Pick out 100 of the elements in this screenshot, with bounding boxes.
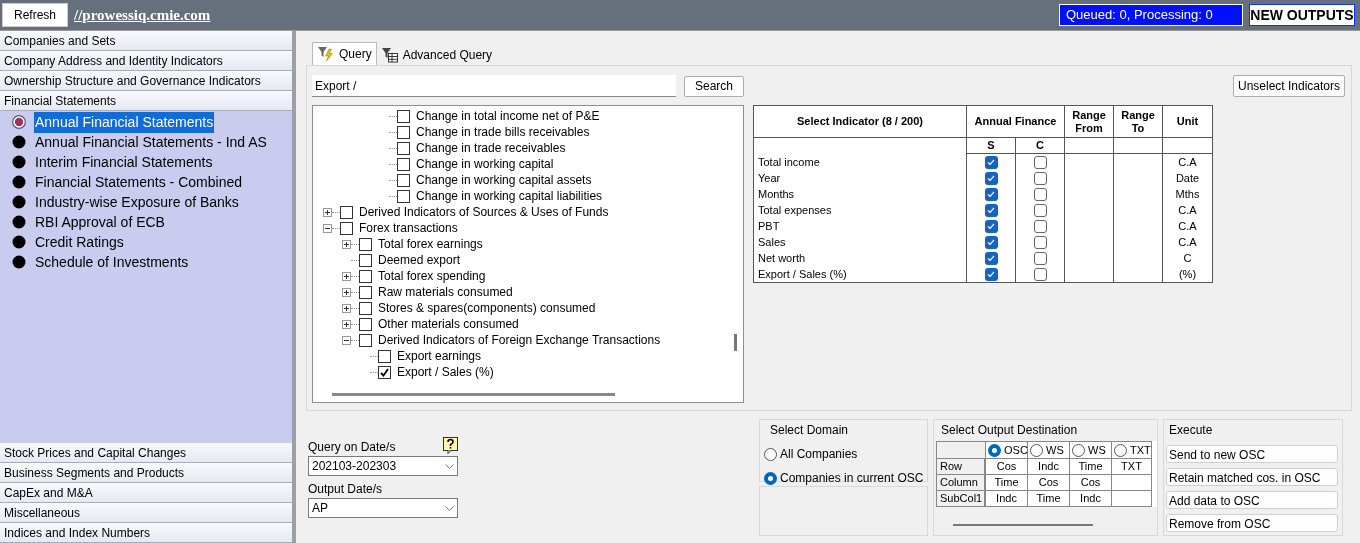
radio-label[interactable]: TXT — [1130, 441, 1151, 459]
expand-icon[interactable] — [342, 303, 351, 313]
expand-icon[interactable] — [342, 319, 351, 329]
section-header[interactable]: Company Address and Identity Indicators — [0, 51, 292, 71]
radio-button[interactable] — [988, 443, 1001, 457]
checkbox[interactable] — [397, 141, 410, 155]
date-select[interactable]: AP — [308, 498, 458, 518]
tab[interactable]: Advanced Query — [376, 45, 497, 65]
expand-icon[interactable] — [323, 207, 332, 217]
sidebar-item[interactable]: Industry-wise Exposure of Banks — [34, 191, 240, 213]
radio-button[interactable] — [1030, 443, 1043, 457]
checkbox[interactable] — [984, 203, 998, 217]
section-header[interactable]: Financial Statements — [0, 91, 292, 111]
sidebar-item[interactable]: Annual Financial Statements - Ind AS — [34, 131, 268, 153]
section-header[interactable]: Indices and Index Numbers — [0, 523, 292, 543]
checkbox[interactable] — [984, 235, 998, 249]
checkbox[interactable] — [378, 365, 391, 379]
checkbox[interactable] — [984, 267, 998, 281]
radio-label[interactable]: OSC — [1004, 441, 1028, 459]
section-header[interactable]: CapEx and M&A — [0, 483, 292, 503]
checkbox[interactable] — [359, 317, 372, 331]
tree-item[interactable]: Export earnings — [397, 347, 482, 365]
checkbox[interactable] — [1033, 155, 1047, 169]
radio-label[interactable]: Companies in current OSC — [780, 469, 924, 487]
checkbox[interactable] — [984, 251, 998, 265]
checkbox[interactable] — [1033, 235, 1047, 249]
sidebar-item[interactable]: Interim Financial Statements — [34, 151, 214, 173]
radio-label[interactable]: All Companies — [780, 445, 858, 463]
checkbox[interactable] — [359, 269, 372, 283]
tree-item[interactable]: Change in working capital assets — [416, 171, 592, 189]
collapse-icon[interactable] — [342, 335, 351, 345]
radio-button[interactable] — [764, 447, 777, 461]
search-button[interactable]: Search — [684, 75, 744, 97]
checkbox[interactable] — [1033, 267, 1047, 281]
checkbox[interactable] — [1033, 203, 1047, 217]
checkbox[interactable] — [397, 109, 410, 123]
tree-item[interactable]: Export / Sales (%) — [397, 363, 494, 381]
site-link[interactable]: //prowessiq.cmie.com — [74, 3, 211, 27]
tree-item[interactable]: Change in working capital — [416, 155, 554, 173]
tab[interactable]: Query — [312, 42, 377, 65]
tree-item[interactable]: Total forex earnings — [378, 235, 483, 253]
tree-item[interactable]: Total forex spending — [378, 267, 486, 285]
checkbox[interactable] — [397, 189, 410, 203]
checkbox[interactable] — [984, 187, 998, 201]
checkbox[interactable] — [378, 349, 391, 363]
collapse-icon[interactable] — [323, 223, 332, 233]
tree-item[interactable]: Change in trade receivables — [416, 139, 566, 157]
tree-item[interactable]: Change in trade bills receivables — [416, 123, 590, 141]
checkbox[interactable] — [984, 219, 998, 233]
refresh-button[interactable]: Refresh — [2, 3, 68, 27]
search-field[interactable]: Export / — [312, 75, 676, 97]
tree-item[interactable]: Stores & spares(components) consumed — [378, 299, 596, 317]
checkbox[interactable] — [359, 253, 372, 267]
checkbox[interactable] — [359, 285, 372, 299]
checkbox[interactable] — [1033, 187, 1047, 201]
radio-button[interactable] — [764, 471, 777, 485]
checkbox[interactable] — [340, 221, 353, 235]
tree-item[interactable]: Change in working capital liabilities — [416, 187, 603, 205]
checkbox[interactable] — [359, 301, 372, 315]
execute-button[interactable]: Retain matched cos. in OSC — [1166, 468, 1338, 486]
unselect-indicators-button[interactable]: Unselect Indicators — [1233, 75, 1345, 97]
radio-label[interactable]: WS — [1046, 441, 1064, 459]
sidebar-item[interactable]: Annual Financial Statements — [34, 111, 215, 133]
section-header[interactable]: Miscellaneous — [0, 503, 292, 523]
scrollbar-thumb[interactable] — [953, 524, 1093, 526]
radio-button[interactable] — [1114, 443, 1127, 457]
expand-icon[interactable] — [342, 287, 351, 297]
checkbox[interactable] — [984, 171, 998, 185]
tree-item[interactable]: Other materials consumed — [378, 315, 519, 333]
radio-label[interactable]: WS — [1088, 441, 1106, 459]
checkbox[interactable] — [397, 125, 410, 139]
sidebar-item[interactable]: RBI Approval of ECB — [34, 211, 166, 233]
tree-item[interactable]: Derived Indicators of Sources & Uses of Funds — [359, 203, 609, 221]
date-select[interactable]: 202103-202303 — [308, 456, 458, 476]
checkbox[interactable] — [1033, 171, 1047, 185]
radio-button[interactable] — [1072, 443, 1085, 457]
tree-item[interactable]: Derived Indicators of Foreign Exchange Transactions — [378, 331, 661, 349]
scrollbar-thumb[interactable] — [734, 334, 737, 351]
new-outputs-button[interactable]: NEW OUTPUTS — [1249, 4, 1355, 26]
checkbox[interactable] — [1033, 251, 1047, 265]
execute-button[interactable]: Add data to OSC — [1166, 491, 1338, 509]
section-header[interactable]: Business Segments and Products — [0, 463, 292, 483]
expand-icon[interactable] — [342, 271, 351, 281]
sidebar-item[interactable]: Financial Statements - Combined — [34, 171, 243, 193]
checkbox[interactable] — [397, 173, 410, 187]
checkbox[interactable] — [359, 237, 372, 251]
scrollbar-thumb[interactable] — [332, 393, 615, 396]
help-icon[interactable] — [443, 437, 458, 454]
execute-button[interactable]: Remove from OSC — [1166, 514, 1338, 532]
execute-button[interactable]: Send to new OSC — [1166, 445, 1338, 463]
checkbox[interactable] — [1033, 219, 1047, 233]
section-header[interactable]: Companies and Sets — [0, 31, 292, 51]
tree-item[interactable]: Change in total income net of P&E — [416, 107, 600, 125]
expand-icon[interactable] — [342, 239, 351, 249]
section-header[interactable]: Stock Prices and Capital Changes — [0, 443, 292, 463]
sidebar-item[interactable]: Schedule of Investments — [34, 251, 190, 273]
tree-item[interactable]: Deemed export — [378, 251, 461, 269]
tree-item[interactable]: Raw materials consumed — [378, 283, 513, 301]
sidebar-item[interactable]: Credit Ratings — [34, 231, 125, 253]
checkbox[interactable] — [984, 155, 998, 169]
